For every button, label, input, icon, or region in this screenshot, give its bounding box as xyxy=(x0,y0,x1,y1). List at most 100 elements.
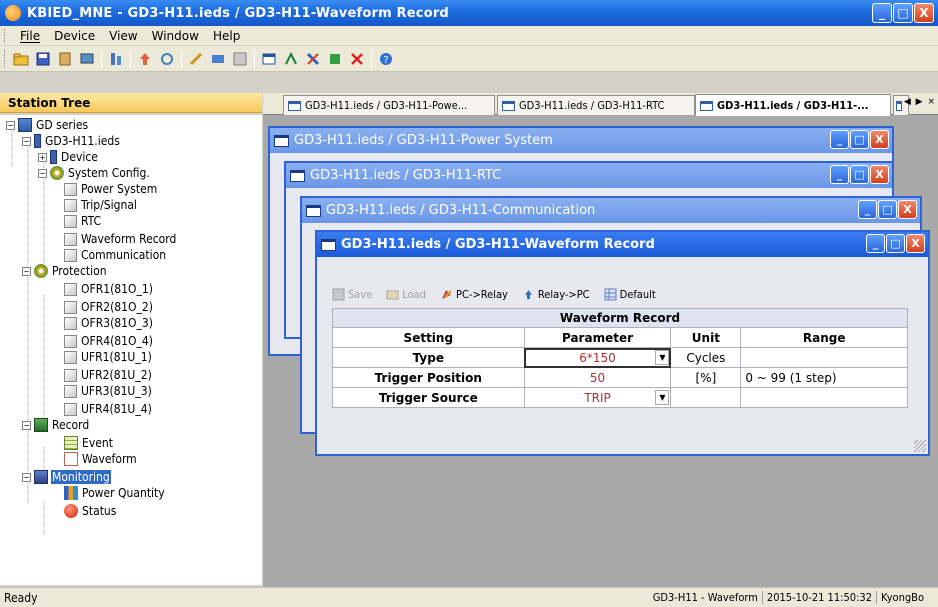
child-window-title[interactable]: GD3-H11.ieds / GD3-H11-RTC _ □ X xyxy=(286,163,892,188)
dropdown-arrow-icon[interactable]: ▼ xyxy=(655,350,670,365)
window-icon[interactable] xyxy=(259,49,279,69)
disconnect-icon[interactable] xyxy=(208,49,228,69)
collapse-icon[interactable]: − xyxy=(6,120,15,130)
status-bar: Ready GD3-H11 - Waveform 2015-10-21 11:5… xyxy=(0,587,938,607)
toolbar-separator xyxy=(101,49,102,68)
unit-value: [%] xyxy=(670,367,742,388)
tree-node-ieds[interactable]: − GD3-H11.ieds xyxy=(22,133,121,149)
tree-node-power-system[interactable]: Power System xyxy=(64,181,158,197)
load-button[interactable]: Load xyxy=(386,288,426,301)
menu-file[interactable]: File xyxy=(13,29,47,43)
tree-node-waveform[interactable]: Waveform xyxy=(64,451,138,467)
save-button[interactable]: Save xyxy=(332,288,372,301)
gear-icon xyxy=(34,264,48,278)
relay-to-pc-button[interactable]: Relay->PC xyxy=(522,288,590,301)
expand-icon[interactable]: + xyxy=(38,152,47,162)
menu-device[interactable]: Device xyxy=(47,29,102,43)
tree-node-ofr4[interactable]: OFR4(81O_4) xyxy=(64,333,154,349)
folder-icon xyxy=(386,290,399,299)
tree-node-ufr2[interactable]: UFR2(81U_2) xyxy=(64,367,153,383)
station-tree-header: Station Tree xyxy=(0,93,262,113)
tree-node-protection[interactable]: − Protection xyxy=(22,263,108,279)
cascade-icon[interactable] xyxy=(303,49,323,69)
tab-nav-buttons[interactable]: ◀ ▶ × xyxy=(904,97,936,107)
maximize-button[interactable]: □ xyxy=(886,234,905,253)
tree-node-monitoring[interactable]: − Monitoring xyxy=(22,469,111,485)
child-window-title[interactable]: GD3-H11.ieds / GD3-H11-Waveform Record _… xyxy=(317,232,928,257)
tile-icon[interactable] xyxy=(281,49,301,69)
arrange-icon[interactable] xyxy=(325,49,345,69)
close-all-icon[interactable] xyxy=(347,49,367,69)
device-icon[interactable] xyxy=(55,49,75,69)
default-button[interactable]: Default xyxy=(604,288,656,301)
resize-grip[interactable] xyxy=(914,440,926,452)
tree-node-ufr3[interactable]: UFR3(81U_3) xyxy=(64,383,153,399)
menu-window[interactable]: Window xyxy=(145,29,206,43)
tree-icon[interactable] xyxy=(106,49,126,69)
minimize-button[interactable]: _ xyxy=(830,165,849,184)
tree-node-record[interactable]: − Record xyxy=(22,417,90,433)
connect-icon[interactable] xyxy=(186,49,206,69)
menu-help[interactable]: Help xyxy=(206,29,247,43)
tree-node-ofr1[interactable]: OFR1(81O_1) xyxy=(64,281,154,297)
open-icon[interactable] xyxy=(11,49,31,69)
tree-node-power-quantity[interactable]: Power Quantity xyxy=(64,485,166,501)
wrench-icon xyxy=(64,368,77,382)
collapse-icon[interactable]: − xyxy=(38,168,47,178)
tree-node-ufr1[interactable]: UFR1(81U_1) xyxy=(64,349,153,365)
maximize-button[interactable]: □ xyxy=(878,200,897,219)
close-button[interactable]: X xyxy=(898,200,917,219)
tree-node-ofr3[interactable]: OFR3(81O_3) xyxy=(64,315,154,331)
tree-node-waveform-record[interactable]: Waveform Record xyxy=(64,231,177,247)
menu-grip[interactable] xyxy=(4,28,7,43)
close-button[interactable]: X xyxy=(870,165,889,184)
collapse-icon[interactable]: − xyxy=(22,420,31,430)
close-button[interactable]: X xyxy=(906,234,925,253)
toolbar-grip[interactable] xyxy=(4,49,7,68)
tree-node-device[interactable]: + Device xyxy=(38,149,99,165)
help-icon[interactable]: ? xyxy=(376,49,396,69)
trigger-source-select[interactable]: TRIP ▼ xyxy=(523,387,672,408)
tree-node-event[interactable]: Event xyxy=(64,435,114,451)
close-button[interactable]: X xyxy=(914,3,934,23)
collapse-icon[interactable]: − xyxy=(22,136,31,146)
child-window-title[interactable]: GD3-H11.ieds / GD3-H11-Communication _ □… xyxy=(302,198,920,223)
child-window-title[interactable]: GD3-H11.ieds / GD3-H11-Power System _ □ … xyxy=(270,128,892,153)
minimize-button[interactable]: _ xyxy=(858,200,877,219)
tab-power-system[interactable]: GD3-H11.ieds / GD3-H11-Powe... xyxy=(283,95,495,115)
minimize-button[interactable]: _ xyxy=(872,3,892,23)
tree-node-status[interactable]: Status xyxy=(64,503,117,519)
close-button[interactable]: X xyxy=(870,130,889,149)
tree-node-trip-signal[interactable]: Trip/Signal xyxy=(64,197,138,213)
pc-to-relay-button[interactable]: PC->Relay xyxy=(440,288,508,301)
save-icon[interactable] xyxy=(33,49,53,69)
type-select[interactable]: 6*150 ▼ xyxy=(523,347,672,368)
tree-node-gd-series[interactable]: − GD series xyxy=(6,117,89,133)
tree-node-ofr2[interactable]: OFR2(81O_2) xyxy=(64,299,154,315)
dropdown-arrow-icon[interactable]: ▼ xyxy=(655,390,670,405)
minimize-button[interactable]: _ xyxy=(866,234,885,253)
menu-view[interactable]: View xyxy=(102,29,144,43)
refresh-icon[interactable] xyxy=(157,49,177,69)
column-header-parameter: Parameter xyxy=(523,327,672,348)
tree-node-ufr4[interactable]: UFR4(81U_4) xyxy=(64,401,153,417)
column-header-unit: Unit xyxy=(670,327,742,348)
network-icon[interactable] xyxy=(77,49,97,69)
grid-icon[interactable] xyxy=(230,49,250,69)
tab-rtc[interactable]: GD3-H11.ieds / GD3-H11-RTC xyxy=(497,95,695,115)
maximize-button[interactable]: □ xyxy=(850,130,869,149)
tree-node-rtc[interactable]: RTC xyxy=(64,213,102,229)
table-row: Trigger Source TRIP ▼ xyxy=(332,387,908,408)
maximize-button[interactable]: □ xyxy=(893,3,913,23)
trigger-position-input[interactable]: 50 xyxy=(523,367,672,388)
collapse-icon[interactable]: − xyxy=(22,472,31,482)
collapse-icon[interactable]: − xyxy=(22,266,31,276)
maximize-button[interactable]: □ xyxy=(850,165,869,184)
tab-waveform-record[interactable]: GD3-H11.ieds / GD3-H11-... xyxy=(695,94,891,116)
tree-node-communication[interactable]: Communication xyxy=(64,247,167,263)
window-icon xyxy=(502,100,515,111)
tree-node-system-config[interactable]: − System Config. xyxy=(38,165,151,181)
app-title-bar[interactable]: KBIED_MNE - GD3-H11.ieds / GD3-H11-Wavef… xyxy=(0,0,938,26)
minimize-button[interactable]: _ xyxy=(830,130,849,149)
upload-icon[interactable] xyxy=(135,49,155,69)
